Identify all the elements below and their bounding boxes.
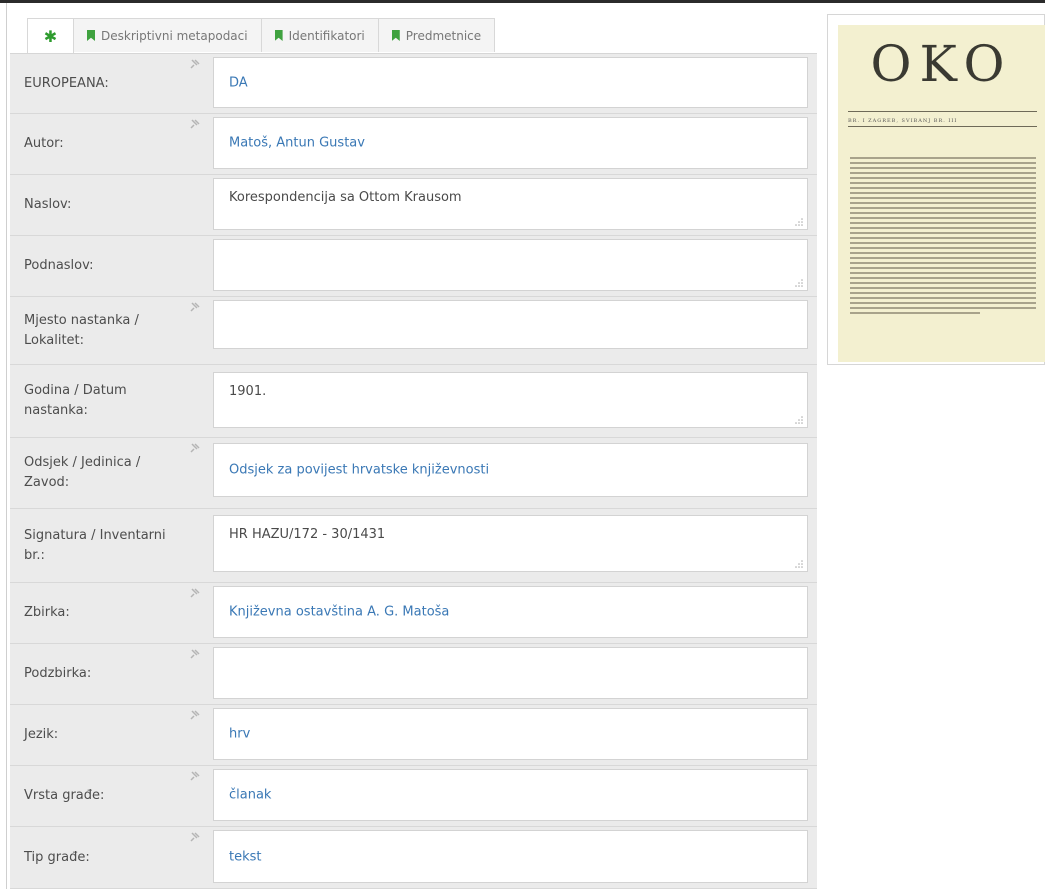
asterisk-icon: ✱ <box>43 26 58 46</box>
window-left-border <box>6 3 7 889</box>
field-label: Vrsta građe: <box>24 788 105 803</box>
resize-grip-icon[interactable] <box>795 560 803 568</box>
field-label: Zbirka: <box>24 605 70 620</box>
field-value: DA <box>229 75 248 90</box>
form-row-language: Jezik: hrv <box>10 705 817 766</box>
resize-grip-icon[interactable] <box>795 279 803 287</box>
bookmark-icon <box>87 30 95 41</box>
tab-label: Deskriptivni metapodaci <box>101 28 248 43</box>
bookmark-icon <box>274 30 283 41</box>
pin-icon[interactable] <box>190 771 200 781</box>
date-textarea[interactable]: 1901. <box>213 372 808 428</box>
form-row-signature: Signatura / Inventarni br.: HR HAZU/172 … <box>10 509 817 583</box>
window-top-border <box>0 0 1045 3</box>
form-row-material-kind: Vrsta građe: članak <box>10 766 817 827</box>
form-row-date: Godina / Datum nastanka: 1901. <box>10 365 817 438</box>
author-input[interactable]: Matoš, Antun Gustav <box>213 117 808 169</box>
rule-line <box>848 111 1037 112</box>
pin-icon[interactable] <box>190 588 200 598</box>
field-value: članak <box>229 787 272 803</box>
collection-input[interactable]: Književna ostavština A. G. Matoša <box>213 586 808 638</box>
title-textarea[interactable]: Korespondencija sa Ottom Krausom <box>213 178 808 230</box>
field-value: 1901. <box>229 384 267 399</box>
form-row-subtitle: Podnaslov: <box>10 236 817 297</box>
tab-identifiers[interactable]: Identifikatori <box>260 18 379 52</box>
field-value: tekst <box>229 849 262 864</box>
europeana-input[interactable]: DA <box>213 57 808 108</box>
pin-icon[interactable] <box>190 302 200 312</box>
masthead-title: OKO <box>870 35 1013 93</box>
form-row-title: Naslov: Korespondencija sa Ottom Krausom <box>10 175 817 236</box>
field-value: Matoš, Antun Gustav <box>229 135 365 151</box>
language-input[interactable]: hrv <box>213 708 808 760</box>
pin-icon[interactable] <box>190 443 200 453</box>
form-row-subcollection: Podzbirka: <box>10 644 817 705</box>
material-kind-input[interactable]: članak <box>213 769 808 821</box>
pin-icon[interactable] <box>190 119 200 129</box>
tab-bar: ✱ Deskriptivni metapodaci Identifikatori… <box>27 18 496 54</box>
field-label: Godina / Datum nastanka: <box>24 383 127 418</box>
resize-grip-icon[interactable] <box>795 416 803 424</box>
field-label: Naslov: <box>24 197 72 212</box>
signature-textarea[interactable]: HR HAZU/172 - 30/1431 <box>213 515 808 572</box>
subcollection-input[interactable] <box>213 647 808 699</box>
form-row-location: Mjesto nastanka / Lokalitet: <box>10 297 817 365</box>
field-value: Korespondencija sa Ottom Krausom <box>229 190 462 205</box>
document-thumbnail[interactable]: OKO BR. I ZAGREB, SVIBANJ BR. III <box>838 25 1045 362</box>
field-value: Književna ostavština A. G. Matoša <box>229 604 450 620</box>
tab-descriptive-metadata[interactable]: Deskriptivni metapodaci <box>73 18 262 52</box>
field-label: Podzbirka: <box>24 666 92 681</box>
field-label: Podnaslov: <box>24 258 94 273</box>
field-label: Signatura / Inventarni br.: <box>24 527 166 563</box>
article-text-block <box>850 157 1036 317</box>
field-value: HR HAZU/172 - 30/1431 <box>229 527 386 542</box>
tab-subjects[interactable]: Predmetnice <box>377 18 496 52</box>
field-value: Odsjek za povijest hrvatske književnosti <box>229 462 490 478</box>
field-label: Odsjek / Jedinica / Zavod: <box>24 455 141 490</box>
location-input[interactable] <box>213 300 808 349</box>
masthead-subline: BR. I ZAGREB, SVIBANJ BR. III <box>848 118 958 124</box>
field-value: hrv <box>229 726 251 742</box>
material-type-input[interactable]: tekst <box>213 830 808 883</box>
pin-icon[interactable] <box>190 710 200 720</box>
form-row-material-type: Tip građe: tekst <box>10 827 817 889</box>
subtitle-textarea[interactable] <box>213 239 808 291</box>
pin-icon[interactable] <box>190 649 200 659</box>
pin-icon[interactable] <box>190 59 200 69</box>
resize-grip-icon[interactable] <box>795 218 803 226</box>
preview-panel: OKO BR. I ZAGREB, SVIBANJ BR. III <box>827 14 1045 365</box>
metadata-form: EUROPEANA: DA Autor: Matoš, Antun Gustav… <box>10 53 817 889</box>
field-label: Mjesto nastanka / Lokalitet: <box>24 312 139 348</box>
pin-icon[interactable] <box>190 832 200 842</box>
form-row-collection: Zbirka: Književna ostavština A. G. Matoš… <box>10 583 817 644</box>
rule-line <box>848 126 1037 127</box>
tab-general[interactable]: ✱ <box>27 18 74 54</box>
field-label: EUROPEANA: <box>24 75 109 91</box>
form-row-department: Odsjek / Jedinica / Zavod: Odsjek za pov… <box>10 438 817 509</box>
department-input[interactable]: Odsjek za povijest hrvatske književnosti <box>213 443 808 497</box>
form-row-europeana: EUROPEANA: DA <box>10 54 817 114</box>
form-row-author: Autor: Matoš, Antun Gustav <box>10 114 817 175</box>
tab-label: Identifikatori <box>288 28 365 43</box>
field-label: Autor: <box>24 136 64 151</box>
field-label: Tip građe: <box>24 849 90 865</box>
field-label: Jezik: <box>24 727 59 742</box>
tab-label: Predmetnice <box>405 28 482 43</box>
bookmark-icon <box>391 30 400 41</box>
